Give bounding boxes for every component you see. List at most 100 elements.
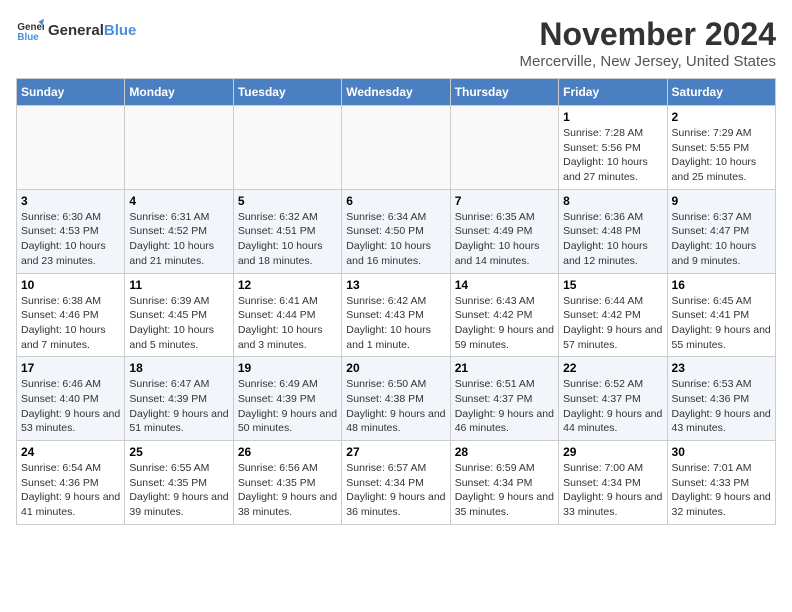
calendar-cell (342, 106, 450, 190)
day-number: 19 (238, 361, 337, 375)
calendar-cell: 30 Sunrise: 7:01 AM Sunset: 4:33 PM Dayli… (667, 441, 775, 525)
calendar-cell (450, 106, 558, 190)
day-info: Sunrise: 6:41 AM Sunset: 4:44 PM Dayligh… (238, 294, 337, 353)
day-number: 10 (21, 278, 120, 292)
day-number: 22 (563, 361, 662, 375)
day-number: 4 (129, 194, 228, 208)
day-info: Sunrise: 6:43 AM Sunset: 4:42 PM Dayligh… (455, 294, 554, 353)
column-header-sunday: Sunday (17, 79, 125, 106)
calendar-cell: 4Sunrise: 6:31 AM Sunset: 4:52 PM Daylig… (125, 189, 233, 273)
day-number: 3 (21, 194, 120, 208)
day-number: 9 (672, 194, 771, 208)
calendar-header-row: SundayMondayTuesdayWednesdayThursdayFrid… (17, 79, 776, 106)
day-info: Sunrise: 6:50 AM Sunset: 4:38 PM Dayligh… (346, 377, 445, 436)
day-info: Sunrise: 6:46 AM Sunset: 4:40 PM Dayligh… (21, 377, 120, 436)
day-info: Sunrise: 7:28 AM Sunset: 5:56 PM Dayligh… (563, 126, 662, 185)
logo: General Blue GeneralBlue (16, 16, 136, 44)
day-number: 25 (129, 445, 228, 459)
day-number: 12 (238, 278, 337, 292)
calendar-cell (233, 106, 341, 190)
day-number: 2 (672, 110, 771, 124)
day-info: Sunrise: 7:00 AM Sunset: 4:34 PM Dayligh… (563, 461, 662, 520)
calendar-cell: 1Sunrise: 7:28 AM Sunset: 5:56 PM Daylig… (559, 106, 667, 190)
column-header-tuesday: Tuesday (233, 79, 341, 106)
day-info: Sunrise: 6:36 AM Sunset: 4:48 PM Dayligh… (563, 210, 662, 269)
day-number: 8 (563, 194, 662, 208)
day-info: Sunrise: 6:56 AM Sunset: 4:35 PM Dayligh… (238, 461, 337, 520)
day-info: Sunrise: 6:47 AM Sunset: 4:39 PM Dayligh… (129, 377, 228, 436)
day-number: 30 (672, 445, 771, 459)
day-info: Sunrise: 6:52 AM Sunset: 4:37 PM Dayligh… (563, 377, 662, 436)
day-info: Sunrise: 6:34 AM Sunset: 4:50 PM Dayligh… (346, 210, 445, 269)
day-number: 5 (238, 194, 337, 208)
calendar-cell: 11Sunrise: 6:39 AM Sunset: 4:45 PM Dayli… (125, 273, 233, 357)
calendar-cell: 16 Sunrise: 6:45 AM Sunset: 4:41 PM Dayli… (667, 273, 775, 357)
day-info: Sunrise: 6:35 AM Sunset: 4:49 PM Dayligh… (455, 210, 554, 269)
calendar-cell: 25 Sunrise: 6:55 AM Sunset: 4:35 PM Dayli… (125, 441, 233, 525)
location-subtitle: Mercerville, New Jersey, United States (520, 53, 776, 70)
day-number: 20 (346, 361, 445, 375)
calendar-cell: 9 Sunrise: 6:37 AM Sunset: 4:47 PM Daylig… (667, 189, 775, 273)
calendar-cell: 6 Sunrise: 6:34 AM Sunset: 4:50 PM Daylig… (342, 189, 450, 273)
day-number: 13 (346, 278, 445, 292)
calendar-cell: 13 Sunrise: 6:42 AM Sunset: 4:43 PM Dayli… (342, 273, 450, 357)
day-info: Sunrise: 6:49 AM Sunset: 4:39 PM Dayligh… (238, 377, 337, 436)
day-number: 23 (672, 361, 771, 375)
week-row-5: 24Sunrise: 6:54 AM Sunset: 4:36 PM Dayli… (17, 441, 776, 525)
day-info: Sunrise: 6:37 AM Sunset: 4:47 PM Dayligh… (672, 210, 771, 269)
day-info: Sunrise: 6:32 AM Sunset: 4:51 PM Dayligh… (238, 210, 337, 269)
calendar-cell: 15Sunrise: 6:44 AM Sunset: 4:42 PM Dayli… (559, 273, 667, 357)
calendar-cell: 20 Sunrise: 6:50 AM Sunset: 4:38 PM Dayli… (342, 357, 450, 441)
calendar-cell: 19 Sunrise: 6:49 AM Sunset: 4:39 PM Dayli… (233, 357, 341, 441)
day-info: Sunrise: 6:44 AM Sunset: 4:42 PM Dayligh… (563, 294, 662, 353)
day-info: Sunrise: 6:30 AM Sunset: 4:53 PM Dayligh… (21, 210, 120, 269)
calendar-cell: 21Sunrise: 6:51 AM Sunset: 4:37 PM Dayli… (450, 357, 558, 441)
calendar-cell: 29Sunrise: 7:00 AM Sunset: 4:34 PM Dayli… (559, 441, 667, 525)
column-header-friday: Friday (559, 79, 667, 106)
day-number: 28 (455, 445, 554, 459)
calendar-cell: 18Sunrise: 6:47 AM Sunset: 4:39 PM Dayli… (125, 357, 233, 441)
calendar-cell (17, 106, 125, 190)
column-header-saturday: Saturday (667, 79, 775, 106)
calendar-table: SundayMondayTuesdayWednesdayThursdayFrid… (16, 78, 776, 525)
day-info: Sunrise: 6:57 AM Sunset: 4:34 PM Dayligh… (346, 461, 445, 520)
day-info: Sunrise: 6:54 AM Sunset: 4:36 PM Dayligh… (21, 461, 120, 520)
calendar-cell: 7Sunrise: 6:35 AM Sunset: 4:49 PM Daylig… (450, 189, 558, 273)
day-info: Sunrise: 6:42 AM Sunset: 4:43 PM Dayligh… (346, 294, 445, 353)
logo-blue: Blue (104, 22, 137, 39)
calendar-cell: 22 Sunrise: 6:52 AM Sunset: 4:37 PM Dayli… (559, 357, 667, 441)
day-info: Sunrise: 7:01 AM Sunset: 4:33 PM Dayligh… (672, 461, 771, 520)
day-number: 17 (21, 361, 120, 375)
column-header-monday: Monday (125, 79, 233, 106)
logo-icon: General Blue (16, 16, 44, 44)
calendar-cell: 3 Sunrise: 6:30 AM Sunset: 4:53 PM Daylig… (17, 189, 125, 273)
calendar-cell: 28Sunrise: 6:59 AM Sunset: 4:34 PM Dayli… (450, 441, 558, 525)
day-info: Sunrise: 6:53 AM Sunset: 4:36 PM Dayligh… (672, 377, 771, 436)
day-number: 21 (455, 361, 554, 375)
page-header: General Blue GeneralBlue November 2024 M… (16, 16, 776, 70)
week-row-2: 3 Sunrise: 6:30 AM Sunset: 4:53 PM Daylig… (17, 189, 776, 273)
calendar-cell: 23 Sunrise: 6:53 AM Sunset: 4:36 PM Dayli… (667, 357, 775, 441)
week-row-3: 10 Sunrise: 6:38 AM Sunset: 4:46 PM Dayli… (17, 273, 776, 357)
day-number: 27 (346, 445, 445, 459)
calendar-cell: 27 Sunrise: 6:57 AM Sunset: 4:34 PM Dayli… (342, 441, 450, 525)
column-header-wednesday: Wednesday (342, 79, 450, 106)
day-number: 26 (238, 445, 337, 459)
calendar-cell: 10 Sunrise: 6:38 AM Sunset: 4:46 PM Dayli… (17, 273, 125, 357)
column-header-thursday: Thursday (450, 79, 558, 106)
calendar-cell: 26 Sunrise: 6:56 AM Sunset: 4:35 PM Dayli… (233, 441, 341, 525)
day-info: Sunrise: 6:38 AM Sunset: 4:46 PM Dayligh… (21, 294, 120, 353)
day-info: Sunrise: 6:55 AM Sunset: 4:35 PM Dayligh… (129, 461, 228, 520)
day-info: Sunrise: 6:45 AM Sunset: 4:41 PM Dayligh… (672, 294, 771, 353)
calendar-cell: 5 Sunrise: 6:32 AM Sunset: 4:51 PM Daylig… (233, 189, 341, 273)
day-number: 14 (455, 278, 554, 292)
day-number: 6 (346, 194, 445, 208)
calendar-cell: 24Sunrise: 6:54 AM Sunset: 4:36 PM Dayli… (17, 441, 125, 525)
day-number: 16 (672, 278, 771, 292)
day-info: Sunrise: 7:29 AM Sunset: 5:55 PM Dayligh… (672, 126, 771, 185)
day-number: 11 (129, 278, 228, 292)
calendar-cell: 2 Sunrise: 7:29 AM Sunset: 5:55 PM Daylig… (667, 106, 775, 190)
week-row-4: 17 Sunrise: 6:46 AM Sunset: 4:40 PM Dayli… (17, 357, 776, 441)
month-title: November 2024 (520, 16, 776, 53)
title-area: November 2024 Mercerville, New Jersey, U… (520, 16, 776, 70)
